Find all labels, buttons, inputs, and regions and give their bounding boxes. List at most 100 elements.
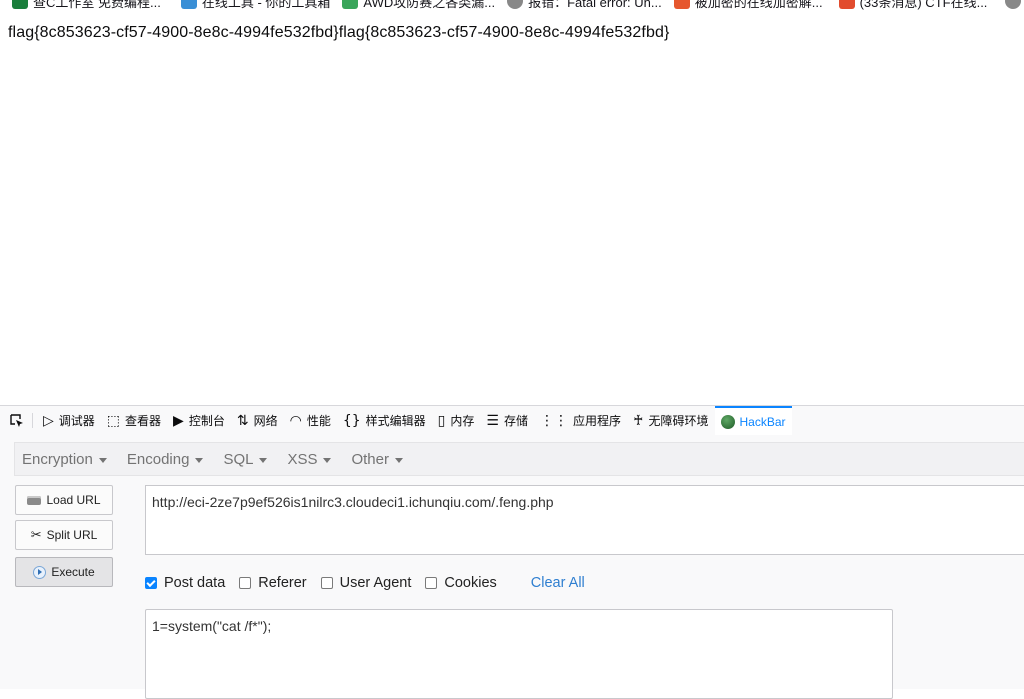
user-agent-option[interactable]: User Agent — [320, 575, 412, 591]
tab-label: 样式编辑器 — [365, 414, 426, 428]
devtools-panel: ▷ 调试器 ⬚ 查看器 ▶ 控制台 ⇅ 网络 ◠ 性能 {} 样式编辑器 ▯ 内… — [0, 405, 1024, 699]
load-url-icon — [27, 495, 42, 505]
menu-label: Other — [351, 450, 389, 468]
tab-style-editor[interactable]: {} 样式编辑器 — [337, 406, 432, 435]
option-label: User Agent — [339, 575, 412, 591]
bookmark-item[interactable]: 被加密的在线加密解... — [673, 0, 823, 11]
post-data-option[interactable]: Post data — [145, 575, 225, 591]
url-textarea[interactable]: http://eci-2ze7p9ef526is1nilrc3.cloudeci… — [145, 485, 1024, 555]
bookmark-icon — [180, 0, 197, 9]
bookmark-label: 查C工作室 免费编程... — [33, 0, 161, 10]
bookmark-item[interactable]: 查C工作室 免费编程... — [12, 0, 161, 11]
chevron-down-icon — [394, 457, 403, 463]
chevron-down-icon — [195, 457, 204, 463]
debugger-icon: ▷ — [43, 412, 54, 429]
storage-icon: ☰ — [486, 412, 499, 429]
tab-label: HackBar — [739, 414, 786, 429]
menu-label: Encoding — [126, 450, 190, 468]
menu-sql[interactable]: SQL — [216, 451, 274, 468]
cookies-option[interactable]: Cookies — [425, 575, 497, 591]
button-label: Load URL — [46, 493, 101, 507]
hackbar-icon — [720, 414, 735, 429]
bookmark-icon — [673, 0, 690, 9]
bookmark-icon — [342, 0, 359, 9]
scissors-icon: ✂ — [30, 527, 42, 543]
tab-label: 应用程序 — [572, 414, 621, 428]
bookmark-icon — [838, 0, 855, 9]
bookmark-item[interactable]: 在线工具 - 你的工具箱 — [180, 0, 331, 11]
split-url-button[interactable]: ✂ Split URL — [15, 520, 113, 550]
referer-option[interactable]: Referer — [239, 575, 307, 591]
tab-label: 存储 — [503, 414, 528, 428]
bookmark-icon — [1005, 0, 1022, 9]
bookmark-label: AWD攻防赛之各类漏... — [363, 0, 496, 10]
menu-encryption[interactable]: Encryption — [15, 451, 114, 468]
chevron-down-icon — [98, 457, 107, 463]
tab-label: 无障碍环境 — [648, 414, 709, 428]
flag-text: flag{8c853623-cf57-4900-8e8c-4994fe532fb… — [8, 24, 670, 41]
bookmark-item[interactable]: AWD攻防赛之各类漏... — [342, 0, 495, 11]
style-editor-icon: {} — [342, 412, 361, 429]
tab-label: 调试器 — [58, 414, 95, 428]
bookmark-item[interactable]: 报错：Fatal error: Un... — [507, 0, 662, 11]
tab-label: 网络 — [253, 414, 278, 428]
tab-network[interactable]: ⇅ 网络 — [231, 406, 284, 435]
option-label: Cookies — [444, 575, 497, 591]
tab-console[interactable]: ▶ 控制台 — [167, 406, 231, 435]
devtools-tabbar: ▷ 调试器 ⬚ 查看器 ▶ 控制台 ⇅ 网络 ◠ 性能 {} 样式编辑器 ▯ 内… — [0, 406, 1024, 435]
menu-xss[interactable]: XSS — [280, 451, 338, 468]
user-agent-checkbox[interactable] — [320, 577, 333, 589]
bookmark-icon — [507, 0, 524, 9]
tab-label: 性能 — [306, 414, 331, 428]
menu-encoding[interactable]: Encoding — [120, 451, 211, 468]
bookmark-label: 被加密的在线加密解... — [694, 0, 823, 10]
request-options: Post data Referer User Agent Cookies Cle… — [145, 573, 585, 593]
post-data-textarea[interactable]: 1=system("cat /f*"); — [145, 609, 893, 699]
network-icon: ⇅ — [236, 412, 249, 429]
tab-memory[interactable]: ▯ 内存 — [432, 406, 481, 435]
chevron-down-icon — [259, 457, 268, 463]
inspector-icon: ⬚ — [106, 412, 121, 429]
tab-hackbar[interactable]: HackBar — [714, 406, 792, 435]
performance-icon: ◠ — [289, 412, 302, 429]
execute-button[interactable]: Execute — [15, 557, 113, 587]
menu-label: SQL — [223, 450, 254, 468]
post-data-checkbox[interactable] — [145, 577, 157, 589]
element-picker-icon[interactable] — [6, 406, 28, 435]
memory-icon: ▯ — [437, 412, 446, 429]
clear-all-link[interactable]: Clear All — [531, 575, 585, 591]
tab-label: 控制台 — [188, 414, 225, 428]
tab-label: 内存 — [450, 414, 475, 428]
button-label: Split URL — [46, 528, 98, 542]
play-icon — [33, 565, 47, 579]
toolbar-separator — [32, 413, 33, 428]
accessibility-icon: ♰ — [633, 412, 644, 429]
bookmarks-bar: 查C工作室 免费编程... 在线工具 - 你的工具箱 AWD攻防赛之各类漏...… — [0, 0, 1024, 11]
application-icon: ⋮⋮ — [539, 412, 568, 429]
bookmark-icon — [12, 0, 28, 9]
load-url-button[interactable]: Load URL — [15, 485, 113, 515]
referer-checkbox[interactable] — [239, 577, 252, 589]
bookmark-item[interactable]: (33条消息) CTF在线... — [838, 0, 988, 11]
tab-label: 查看器 — [125, 414, 162, 428]
hackbar-menu-toolbar: Encryption Encoding SQL XSS Other — [14, 442, 1024, 476]
bookmark-label: 在线工具 - 你的工具箱 — [201, 0, 331, 10]
tab-accessibility[interactable]: ♰ 无障碍环境 — [627, 406, 715, 435]
tab-storage[interactable]: ☰ 存储 — [480, 406, 534, 435]
bookmark-label: 报错：Fatal error: Un... — [528, 0, 662, 10]
chevron-down-icon — [323, 457, 332, 463]
menu-label: XSS — [287, 450, 318, 468]
button-label: Execute — [51, 565, 95, 579]
option-label: Referer — [258, 575, 307, 591]
menu-other[interactable]: Other — [344, 451, 410, 468]
bookmark-label: (33条消息) CTF在线... — [859, 0, 988, 10]
bookmark-item[interactable]: h — [1005, 0, 1024, 9]
console-icon: ▶ — [173, 412, 184, 429]
tab-performance[interactable]: ◠ 性能 — [284, 406, 337, 435]
cookies-checkbox[interactable] — [425, 577, 438, 589]
option-label: Post data — [164, 575, 226, 591]
tab-debugger[interactable]: ▷ 调试器 — [37, 406, 101, 435]
menu-label: Encryption — [22, 450, 93, 468]
tab-application[interactable]: ⋮⋮ 应用程序 — [534, 406, 627, 435]
tab-inspector[interactable]: ⬚ 查看器 — [101, 406, 167, 435]
